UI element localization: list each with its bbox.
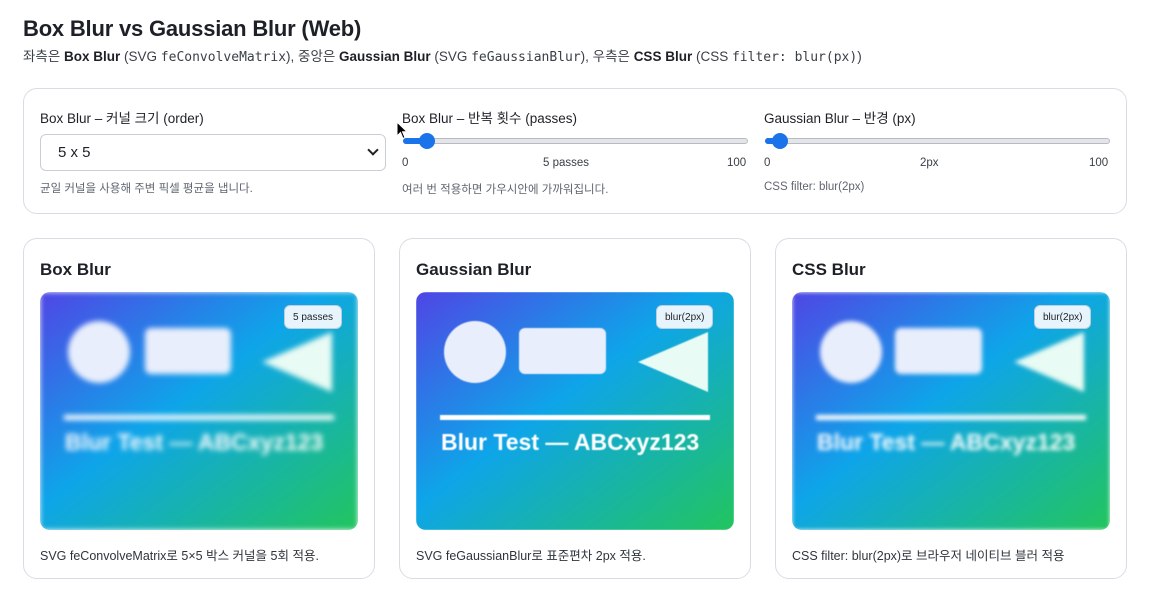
radius-value: 2px xyxy=(920,157,939,169)
passes-value: 5 passes xyxy=(543,157,590,169)
order-help: 균일 커널을 사용해 주변 픽셀 평균을 냅니다. xyxy=(40,183,253,195)
radius-label: Gaussian Blur – 반경 (px) xyxy=(764,111,916,126)
card-caption: SVG feConvolveMatrix로 5×5 박스 커널을 5회 적용. xyxy=(40,549,319,563)
page-title: Box Blur vs Gaussian Blur (Web) xyxy=(23,16,362,41)
passes-slider-thumb[interactable] xyxy=(419,133,436,149)
radius-slider-thumb[interactable] xyxy=(771,133,788,149)
passes-help: 여러 번 적용하면 가우시안에 가까워집니다. xyxy=(402,184,609,196)
svg-text:Blur Test — ABCxyz123: Blur Test — ABCxyz123 xyxy=(441,429,699,455)
card-title: Box Blur xyxy=(40,260,111,279)
radius-badge: blur(2px) xyxy=(1034,305,1092,329)
css-blur-card: CSS Blur Blur Test — ABCxyz123 blur(2px)… xyxy=(775,238,1127,579)
gaussian-blur-card: Gaussian Blur Blur Test — ABCxyz123 blur… xyxy=(399,238,751,579)
radius-min: 0 xyxy=(764,157,771,169)
card-title: Gaussian Blur xyxy=(416,260,532,279)
card-caption: CSS filter: blur(2px)로 브라우저 네이티브 블러 적용 xyxy=(792,549,1065,563)
svg-text:Blur Test — ABCxyz123: Blur Test — ABCxyz123 xyxy=(65,429,323,455)
box-blur-card: Box Blur Blur Test — ABCxyz123 5 passes … xyxy=(23,238,375,579)
card-caption: SVG feGaussianBlur로 표준편차 2px 적용. xyxy=(416,549,646,563)
radius-slider-track xyxy=(765,138,1110,144)
order-select-value: 5 x 5 xyxy=(58,144,91,161)
passes-max: 100 xyxy=(727,157,747,169)
passes-label: Box Blur – 반복 횟수 (passes) xyxy=(402,111,577,126)
mouse-pointer-icon xyxy=(396,121,408,140)
order-select[interactable]: 5 x 5 xyxy=(40,134,386,171)
radius-badge: blur(2px) xyxy=(656,305,714,329)
passes-slider-track xyxy=(403,138,748,144)
order-label: Box Blur – 커널 크기 (order) xyxy=(40,111,204,126)
card-title: CSS Blur xyxy=(792,260,866,279)
radius-help: CSS filter: blur(2px) xyxy=(764,181,865,193)
passes-min: 0 xyxy=(402,157,409,169)
svg-text:Blur Test — ABCxyz123: Blur Test — ABCxyz123 xyxy=(817,429,1075,455)
controls-panel: Box Blur – 커널 크기 (order) 5 x 5 균일 커널을 사용… xyxy=(23,88,1127,214)
radius-slider[interactable] xyxy=(765,131,1110,151)
chevron-down-icon xyxy=(367,144,379,156)
radius-max: 100 xyxy=(1089,157,1109,169)
passes-badge: 5 passes xyxy=(284,305,343,329)
passes-slider[interactable] xyxy=(403,131,748,151)
page-subtitle: 좌측은 Box Blur (SVG feConvolveMatrix), 중앙은… xyxy=(23,49,862,65)
